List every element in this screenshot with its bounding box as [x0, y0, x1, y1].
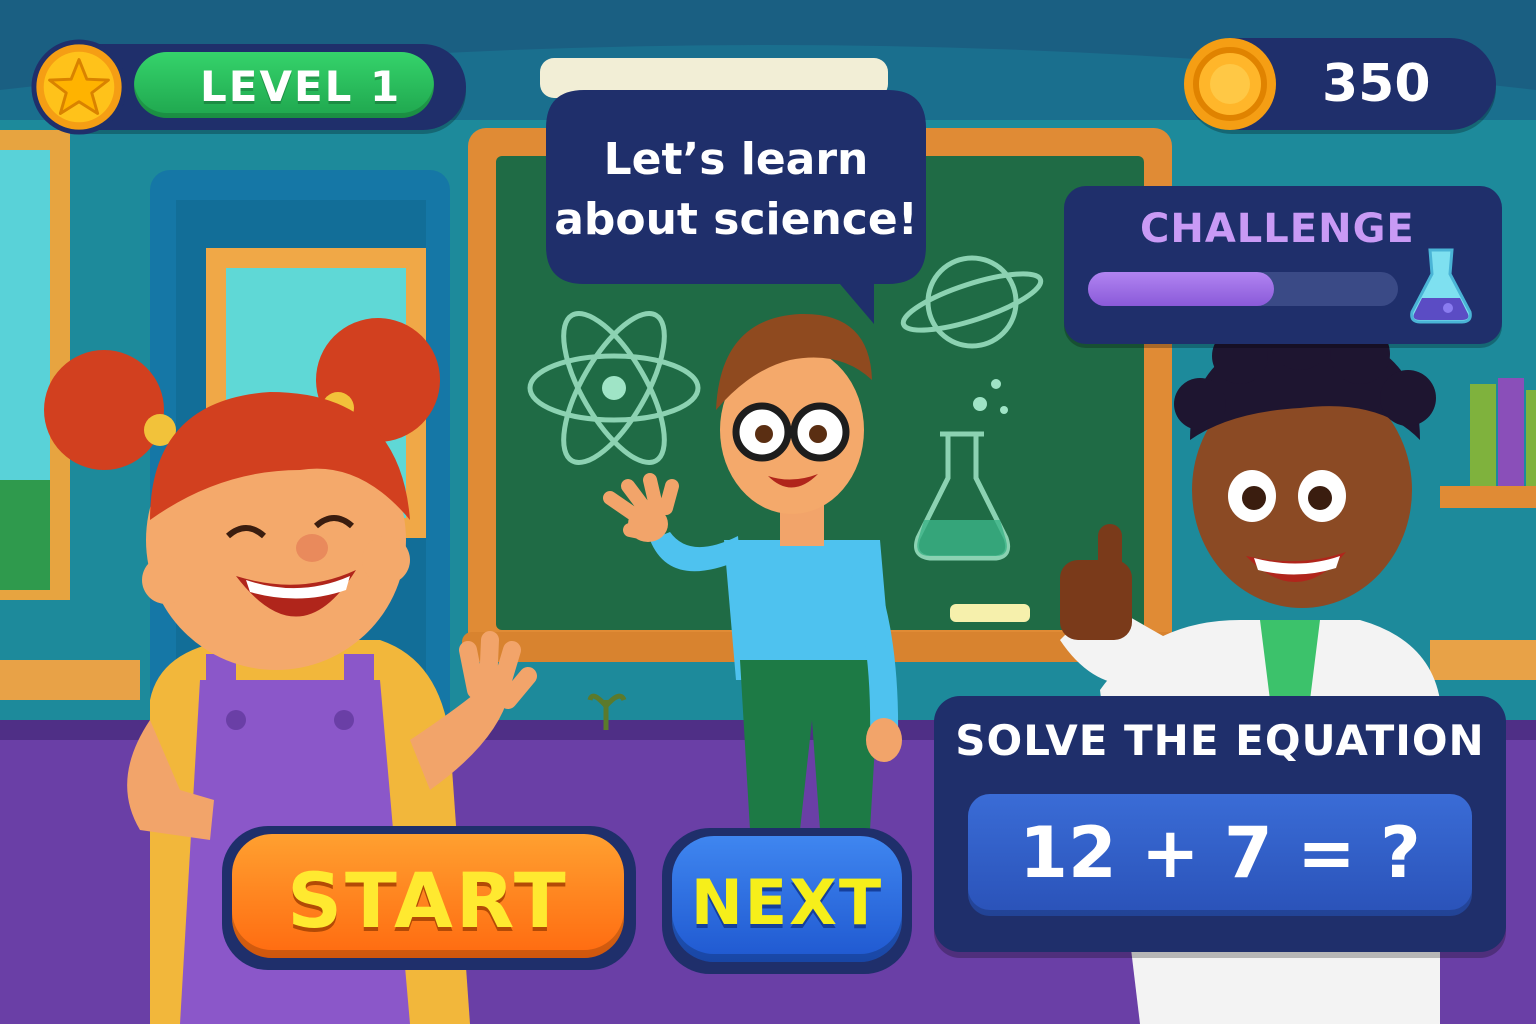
start-button[interactable]: START [222, 826, 636, 970]
star-icon [31, 39, 127, 135]
level-badge: LEVEL 1 [31, 39, 466, 135]
coin-icon [1184, 38, 1276, 130]
speech-line-1: Let’s learn [603, 134, 869, 185]
coin-count: 350 [1322, 54, 1431, 114]
next-button-label: NEXT [690, 866, 884, 939]
equation-panel: SOLVE THE EQUATION 12 + 7 = ? [934, 696, 1506, 952]
game-screen: LEVEL 1 350 Let’s learn about science! C… [0, 0, 1536, 1024]
speech-line-2: about science! [554, 194, 918, 245]
next-button[interactable]: NEXT [662, 828, 912, 974]
equation-expression: 12 + 7 = ? [1019, 812, 1421, 894]
window [0, 130, 70, 600]
challenge-progress-bar [1088, 272, 1398, 306]
challenge-progress-fill [1088, 272, 1274, 306]
challenge-panel: CHALLENGE [1064, 186, 1502, 344]
equation-display: 12 + 7 = ? [968, 794, 1472, 916]
equation-title: SOLVE THE EQUATION [955, 716, 1485, 765]
coin-counter: 350 [1184, 38, 1496, 130]
challenge-title: CHALLENGE [1140, 206, 1415, 252]
start-button-label: START [287, 856, 569, 945]
flask-icon [1410, 248, 1472, 324]
level-label: LEVEL 1 [200, 62, 402, 111]
speech-bubble: Let’s learn about science! [544, 88, 928, 328]
